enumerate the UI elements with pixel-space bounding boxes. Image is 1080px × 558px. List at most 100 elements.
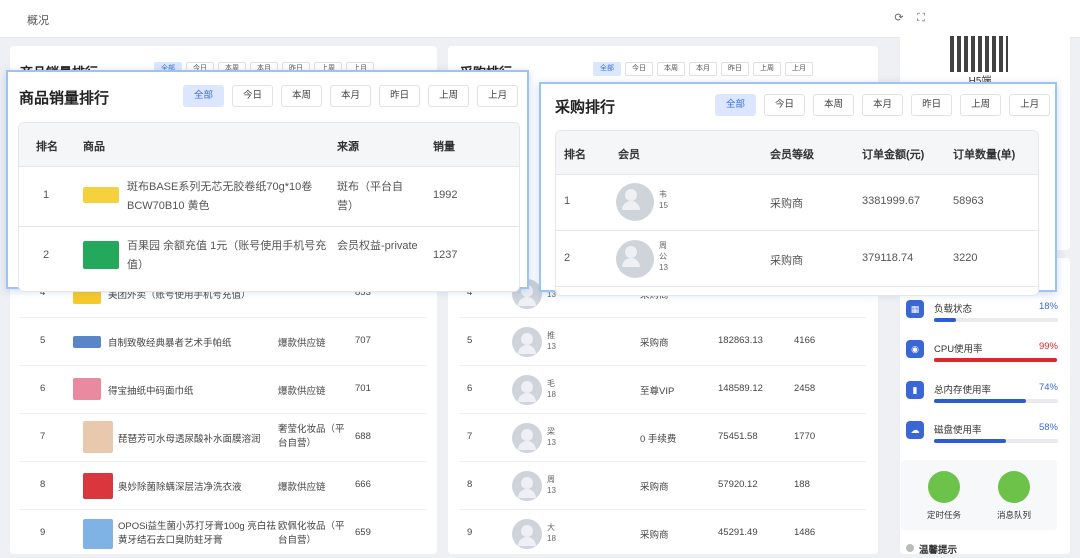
tab-today[interactable]: 今日: [232, 85, 274, 107]
tab-last-month[interactable]: 上月: [785, 62, 813, 76]
product-name[interactable]: 百果园 余额充值 1元（账号使用手机号充值）: [127, 237, 327, 275]
rank-cell: 6: [467, 383, 473, 394]
rank-cell: 9: [467, 527, 473, 538]
col-source: 来源: [337, 141, 359, 153]
table-row[interactable]: 2 百果园 余额充值 1元（账号使用手机号充值） 会员权益-private 12…: [19, 227, 519, 287]
table-row[interactable]: 5 自制致敬经典暴者艺术手帕纸 爆款供应链 707: [20, 318, 427, 366]
table-row[interactable]: 1 斑布BASE系列无芯无胶卷纸70g*10卷 BCW70B10 黄色 斑布（平…: [19, 167, 519, 227]
member-name: 毛 18: [547, 379, 556, 399]
tab-last-week[interactable]: 上周: [428, 85, 470, 107]
table-row[interactable]: 7 梁 13 0 手续费 75451.58 1770: [460, 414, 866, 462]
metric-memory: ▮ 总内存使用率 74%: [906, 381, 1058, 411]
qr-code-icon: [950, 36, 1008, 72]
member-name: 韦 15: [659, 190, 668, 210]
scheduled-task-icon[interactable]: [928, 471, 960, 503]
info-icon: [906, 544, 914, 552]
tab-all[interactable]: 全部: [183, 85, 225, 107]
table-row[interactable]: 9 OPOSi益生菌小苏打牙膏100g 亮白祛黄牙结石去口臭防蛀牙膏 欧佩化妆品…: [20, 510, 427, 558]
memory-icon: ▮: [906, 381, 924, 399]
product-name[interactable]: 得宝抽纸中码面巾纸: [108, 383, 194, 397]
purchase-table: 排名 会员 会员等级 订单金额(元) 订单数量(单) 1 韦 15 采购商 338…: [555, 130, 1039, 296]
tab-today[interactable]: 今日: [625, 62, 653, 76]
table-row[interactable]: 6 毛 18 至尊VIP 148589.12 2458: [460, 366, 866, 414]
tab-all[interactable]: 全部: [715, 94, 757, 116]
shortcut-label[interactable]: 定时任务: [915, 509, 973, 521]
table-row[interactable]: 9 大 18 采购商 45291.49 1486: [460, 510, 866, 558]
member-name: 大 18: [547, 523, 556, 543]
qty-cell: 707: [355, 335, 371, 346]
avatar: [616, 240, 654, 278]
purchase-range-tabs: 全部 今日 本周 本月 昨日 上周 上月: [593, 62, 813, 76]
qty-cell: 666: [355, 479, 371, 490]
table-header: 排名 会员 会员等级 订单金额(元) 订单数量(单): [556, 131, 1038, 175]
table-row[interactable]: 8 周 13 采购商 57920.12 188: [460, 462, 866, 510]
metric-value: 99%: [1038, 341, 1058, 352]
tab-week[interactable]: 本周: [281, 85, 323, 107]
count-cell: 4166: [794, 335, 816, 346]
count-cell: 1486: [794, 527, 816, 538]
rank-cell: 7: [40, 431, 46, 442]
product-name[interactable]: 斑布BASE系列无芯无胶卷纸70g*10卷 BCW70B10 黄色: [127, 178, 327, 216]
avatar: [512, 519, 542, 549]
level-cell: 采购商: [640, 482, 669, 493]
product-thumbnail: [83, 187, 119, 203]
level-cell: 采购商: [640, 338, 669, 349]
sales-table: 排名 商品 来源 销量 1 斑布BASE系列无芯无胶卷纸70g*10卷 BCW7…: [18, 122, 520, 292]
tab-last-month[interactable]: 上月: [477, 85, 519, 107]
amount-cell: 379118.74: [862, 252, 914, 264]
tab-all[interactable]: 全部: [593, 62, 621, 76]
rank-cell: 6: [40, 383, 46, 394]
table-row[interactable]: 7 琵琶芳可水母透尿酸补水面膜溶润 奢莹化妆品（平台自营） 688: [20, 414, 427, 462]
table-row[interactable]: 2 周公 13 采购商 379118.74 3220: [556, 231, 1038, 287]
product-thumbnail: [83, 519, 113, 549]
qty-cell: 701: [355, 383, 371, 394]
source-cell: 爆款供应链: [278, 338, 326, 349]
table-row[interactable]: 6 得宝抽纸中码面巾纸 爆款供应链 701: [20, 366, 427, 414]
table-header: 排名 商品 来源 销量: [19, 123, 519, 167]
col-rank: 排名: [36, 141, 58, 153]
count-cell: 58963: [953, 195, 984, 207]
metric-label: 磁盘使用率: [934, 425, 982, 436]
source-cell: 欧佩化妆品（平台自营）: [278, 521, 345, 546]
metric-bar: [934, 439, 1006, 443]
rank-cell: 5: [40, 335, 46, 346]
source-cell: 会员权益-private: [337, 240, 418, 252]
tab-last-week[interactable]: 上周: [960, 94, 1002, 116]
product-name[interactable]: 奥妙除菌除螨深层洁净洗衣液: [118, 479, 242, 493]
count-cell: 188: [794, 479, 810, 490]
product-name[interactable]: 琵琶芳可水母透尿酸补水面膜溶润: [118, 431, 278, 445]
tab-yesterday[interactable]: 昨日: [379, 85, 421, 107]
metric-disk: ☁ 磁盘使用率 58%: [906, 421, 1058, 451]
table-row[interactable]: 5 推 13 采购商 182863.13 4166: [460, 318, 866, 366]
level-cell: 采购商: [770, 198, 803, 210]
member-name: 梁 13: [547, 427, 556, 447]
tab-week[interactable]: 本周: [657, 62, 685, 76]
level-cell: 采购商: [640, 530, 669, 541]
col-member: 会员: [618, 149, 640, 161]
table-row[interactable]: 8 奥妙除菌除螨深层洁净洗衣液 爆款供应链 666: [20, 462, 427, 510]
rank-cell: 1: [43, 189, 50, 201]
tab-last-month[interactable]: 上月: [1009, 94, 1051, 116]
col-amount: 订单金额(元): [862, 149, 925, 161]
tab-yesterday[interactable]: 昨日: [911, 94, 953, 116]
level-cell: 至尊VIP: [640, 386, 675, 397]
metric-bar: [934, 318, 957, 322]
tab-yesterday[interactable]: 昨日: [721, 62, 749, 76]
message-queue-icon[interactable]: [998, 471, 1030, 503]
tab-month[interactable]: 本月: [330, 85, 372, 107]
tab-today[interactable]: 今日: [764, 94, 806, 116]
count-cell: 2458: [794, 383, 816, 394]
tab-week[interactable]: 本周: [813, 94, 855, 116]
tab-month[interactable]: 本月: [862, 94, 904, 116]
table-row[interactable]: 1 韦 15 采购商 3381999.67 58963: [556, 175, 1038, 231]
metric-bar: [934, 399, 1026, 403]
product-name[interactable]: OPOSi益生菌小苏打牙膏100g 亮白祛黄牙结石去口臭防蛀牙膏: [118, 520, 278, 548]
rank-cell: 1: [564, 195, 571, 207]
shortcut-label[interactable]: 消息队列: [985, 509, 1043, 521]
tab-month[interactable]: 本月: [689, 62, 717, 76]
rank-cell: 5: [467, 335, 473, 346]
product-name[interactable]: 自制致敬经典暴者艺术手帕纸: [108, 335, 232, 349]
metric-bar: [934, 358, 1057, 362]
product-thumbnail: [83, 473, 113, 499]
tab-last-week[interactable]: 上周: [753, 62, 781, 76]
